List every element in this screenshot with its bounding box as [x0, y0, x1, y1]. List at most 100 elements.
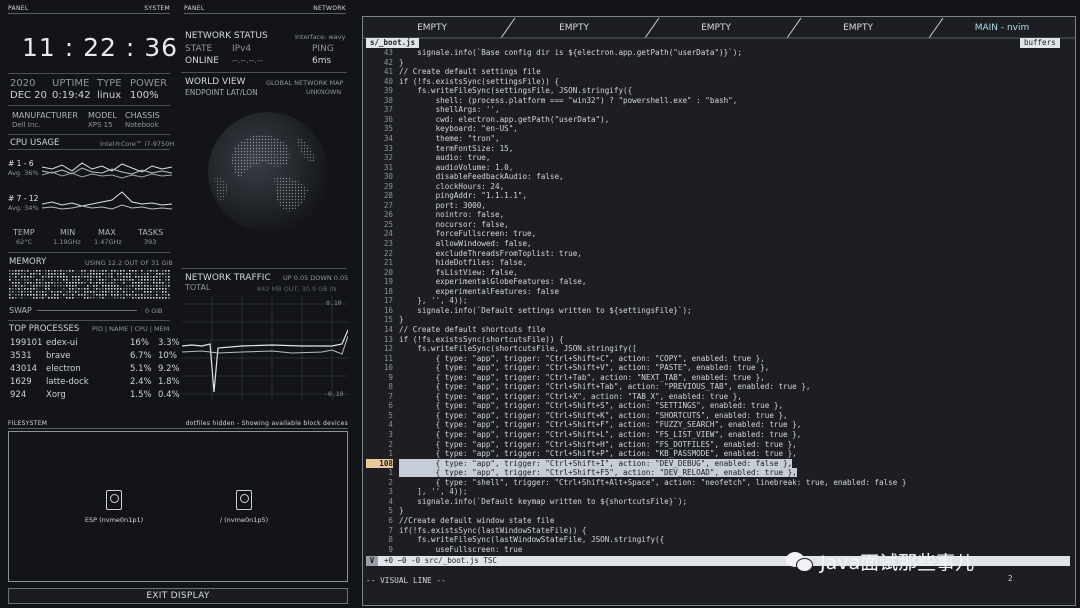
code-line[interactable]: 8 fs.writeFileSync(lastWindowStateFile, …: [366, 535, 1063, 545]
code-line[interactable]: 2 { type: "shell", trigger: "Ctrl+Shift+…: [366, 478, 1063, 488]
wechat-icon: [786, 550, 814, 574]
code-line[interactable]: 31 audioVolume: 1.0,: [366, 163, 1063, 173]
process-row[interactable]: 43014 electron 5.1% 9.2%: [10, 364, 180, 376]
exit-display-button[interactable]: EXIT DISPLAY: [8, 588, 348, 604]
code-line[interactable]: 24 forceFullscreen: true,: [366, 229, 1063, 239]
swap-label: SWAP: [9, 306, 32, 315]
code-line[interactable]: 29 clockHours: 24,: [366, 182, 1063, 192]
line-number: 34: [383, 133, 393, 143]
process-cpu: 16%: [130, 338, 149, 348]
code-line[interactable]: 8 { type: "app", trigger: "Ctrl+Shift+Ta…: [366, 382, 1063, 392]
code-line[interactable]: 33 termFontSize: 15,: [366, 144, 1063, 154]
tab-empty-2[interactable]: EMPTY: [504, 18, 644, 38]
code-line[interactable]: 15}: [366, 315, 1063, 325]
process-row[interactable]: 199101 edex-ui 16% 3.3%: [10, 338, 180, 350]
code-line[interactable]: 22 excludeThreadsFromToplist: true,: [366, 249, 1063, 259]
code-line[interactable]: 6 //Create default window state file: [366, 516, 1063, 526]
code-line[interactable]: 7 if(!fs.existsSync(lastWindowStateFile))…: [366, 526, 1063, 536]
watermark: Java面试那些事儿: [786, 548, 974, 575]
code-editor[interactable]: 43 signale.info(`Base config dir is ${el…: [366, 48, 1070, 556]
process-name: Xorg: [46, 390, 66, 400]
code-line[interactable]: 12 fs.writeFileSync(shortcutsFile, JSON.…: [366, 344, 1063, 354]
device-esp[interactable]: ESP (nvme0n1p1): [84, 490, 144, 526]
code-line[interactable]: 27 port: 3000,: [366, 201, 1063, 211]
code-line[interactable]: 19 experimentalGlobeFeatures: false,: [366, 277, 1063, 287]
system-panel-title: SYSTEM: [144, 5, 170, 12]
code-line[interactable]: 36 cwd: electron.app.getPath("userData")…: [366, 115, 1063, 125]
code-line[interactable]: 18 experimentalFeatures: false: [366, 287, 1063, 297]
code-line[interactable]: 28 pingAddr: "1.1.1.1",: [366, 191, 1063, 201]
status-right: 2: [1008, 574, 1013, 583]
tab-empty-3[interactable]: EMPTY: [646, 18, 786, 38]
line-text: { type: "app", trigger: "Ctrl+Shift+Tab"…: [399, 382, 811, 392]
file-tab[interactable]: s/_boot.js: [366, 38, 420, 48]
tab-main-nvim[interactable]: MAIN - nvim: [932, 18, 1072, 38]
code-line[interactable]: 17 }, '', 4));: [366, 296, 1063, 306]
code-line[interactable]: 4 signale.info(`Default keymap written t…: [366, 497, 1063, 507]
traffic-rate: UP 0.05 DOWN 0.05: [283, 274, 349, 282]
divider: [8, 105, 170, 106]
cpu-group-1-avg: Avg. 36%: [8, 169, 39, 177]
code-line[interactable]: 35 keyboard: "en-US",: [366, 124, 1063, 134]
filesystem-view[interactable]: [8, 431, 348, 582]
code-line[interactable]: 4 { type: "app", trigger: "Ctrl+Shift+F"…: [366, 420, 1063, 430]
code-line[interactable]: 34 theme: "tron",: [366, 134, 1063, 144]
line-text: // Create default settings file: [399, 67, 541, 77]
code-line[interactable]: 5}: [366, 506, 1063, 516]
code-line[interactable]: 16 signale.info(`Default settings writte…: [366, 306, 1063, 316]
tab-empty-4[interactable]: EMPTY: [788, 18, 928, 38]
code-line[interactable]: 37 shellArgs: '',: [366, 105, 1063, 115]
process-mem: 3.3%: [158, 338, 180, 348]
line-number: 5: [388, 410, 393, 420]
process-row[interactable]: 1629 latte-dock 2.4% 1.8%: [10, 377, 180, 389]
process-name: brave: [46, 351, 71, 361]
code-line[interactable]: 2 { type: "app", trigger: "Ctrl+Shift+H"…: [366, 440, 1063, 450]
code-line[interactable]: 3 ], '', 4));: [366, 487, 1063, 497]
code-line[interactable]: 1 { type: "app", trigger: "Ctrl+Shift+F5…: [366, 468, 1063, 478]
code-line[interactable]: 23 allowWindowed: false,: [366, 239, 1063, 249]
code-line[interactable]: 14 // Create default shortcuts file: [366, 325, 1063, 335]
status-info: +0 ~0 -0 src/_boot.js TSC: [384, 556, 497, 565]
code-line[interactable]: 30 disableFeedbackAudio: false,: [366, 172, 1063, 182]
process-row[interactable]: 924 Xorg 1.5% 0.4%: [10, 390, 180, 402]
line-text: { type: "app", trigger: "Ctrl+Shift+P", …: [399, 449, 797, 459]
device-root[interactable]: / (nvme0n1p5): [214, 490, 274, 526]
line-number: 20: [383, 267, 393, 277]
date-year: 2020: [10, 78, 36, 89]
process-row[interactable]: 3531 brave 6.7% 10%: [10, 351, 178, 363]
code-line[interactable]: 43 signale.info(`Base config dir is ${el…: [366, 48, 1063, 58]
code-line[interactable]: 10 { type: "app", trigger: "Ctrl+Shift+V…: [366, 363, 1063, 373]
code-line[interactable]: 26 nointro: false,: [366, 210, 1063, 220]
swap-value: 0 GiB: [145, 307, 163, 315]
line-text: fs.writeFileSync(lastWindowStateFile, JS…: [399, 535, 665, 545]
code-line[interactable]: 20 fsListView: false,: [366, 268, 1063, 278]
line-text: signale.info(`Default settings written t…: [399, 305, 692, 315]
code-line[interactable]: 9 { type: "app", trigger: "Ctrl+Tab", ac…: [366, 373, 1063, 383]
code-line[interactable]: 11 { type: "app", trigger: "Ctrl+Shift+C…: [366, 354, 1063, 364]
code-line[interactable]: 42}: [366, 58, 1063, 68]
code-line[interactable]: 108 { type: "app", trigger: "Ctrl+Shift+…: [366, 458, 1063, 469]
network-traffic-label: NETWORK TRAFFIC: [185, 273, 271, 283]
code-line[interactable]: 5 { type: "app", trigger: "Ctrl+Shift+K"…: [366, 411, 1063, 421]
code-line[interactable]: 21 hideDotfiles: false,: [366, 258, 1063, 268]
line-number: 41: [383, 67, 393, 77]
code-line[interactable]: 13 if (!fs.existsSync(shortcutsFile)) {: [366, 335, 1063, 345]
code-line[interactable]: 1 { type: "app", trigger: "Ctrl+Shift+P"…: [366, 449, 1063, 459]
code-line[interactable]: 40 if (!fs.existsSync(settingsFile)) {: [366, 77, 1063, 87]
min-value: 1.19GHz: [53, 238, 81, 246]
code-line[interactable]: 38 shell: (process.platform === "win32")…: [366, 96, 1063, 106]
code-line[interactable]: 6 { type: "app", trigger: "Ctrl+Shift+S"…: [366, 401, 1063, 411]
code-line[interactable]: 39 fs.writeFileSync(settingsFile, JSON.s…: [366, 86, 1063, 96]
line-text: nointro: false,: [399, 210, 505, 220]
code-line[interactable]: 41 // Create default settings file: [366, 67, 1063, 77]
code-line[interactable]: 7 { type: "app", trigger: "Ctrl+X", acti…: [366, 392, 1063, 402]
code-line[interactable]: 25 nocursor: false,: [366, 220, 1063, 230]
code-line[interactable]: 32 audio: true,: [366, 153, 1063, 163]
line-number: 9: [388, 544, 393, 554]
code-line[interactable]: 3 { type: "app", trigger: "Ctrl+Shift+L"…: [366, 430, 1063, 440]
tab-empty-1[interactable]: EMPTY: [362, 18, 502, 38]
filesystem-label: FILESYSTEM: [8, 420, 48, 427]
process-name: latte-dock: [46, 377, 89, 387]
temp-value: 62°C: [16, 238, 33, 246]
line-text: excludeThreadsFromToplist: true,: [399, 248, 582, 258]
